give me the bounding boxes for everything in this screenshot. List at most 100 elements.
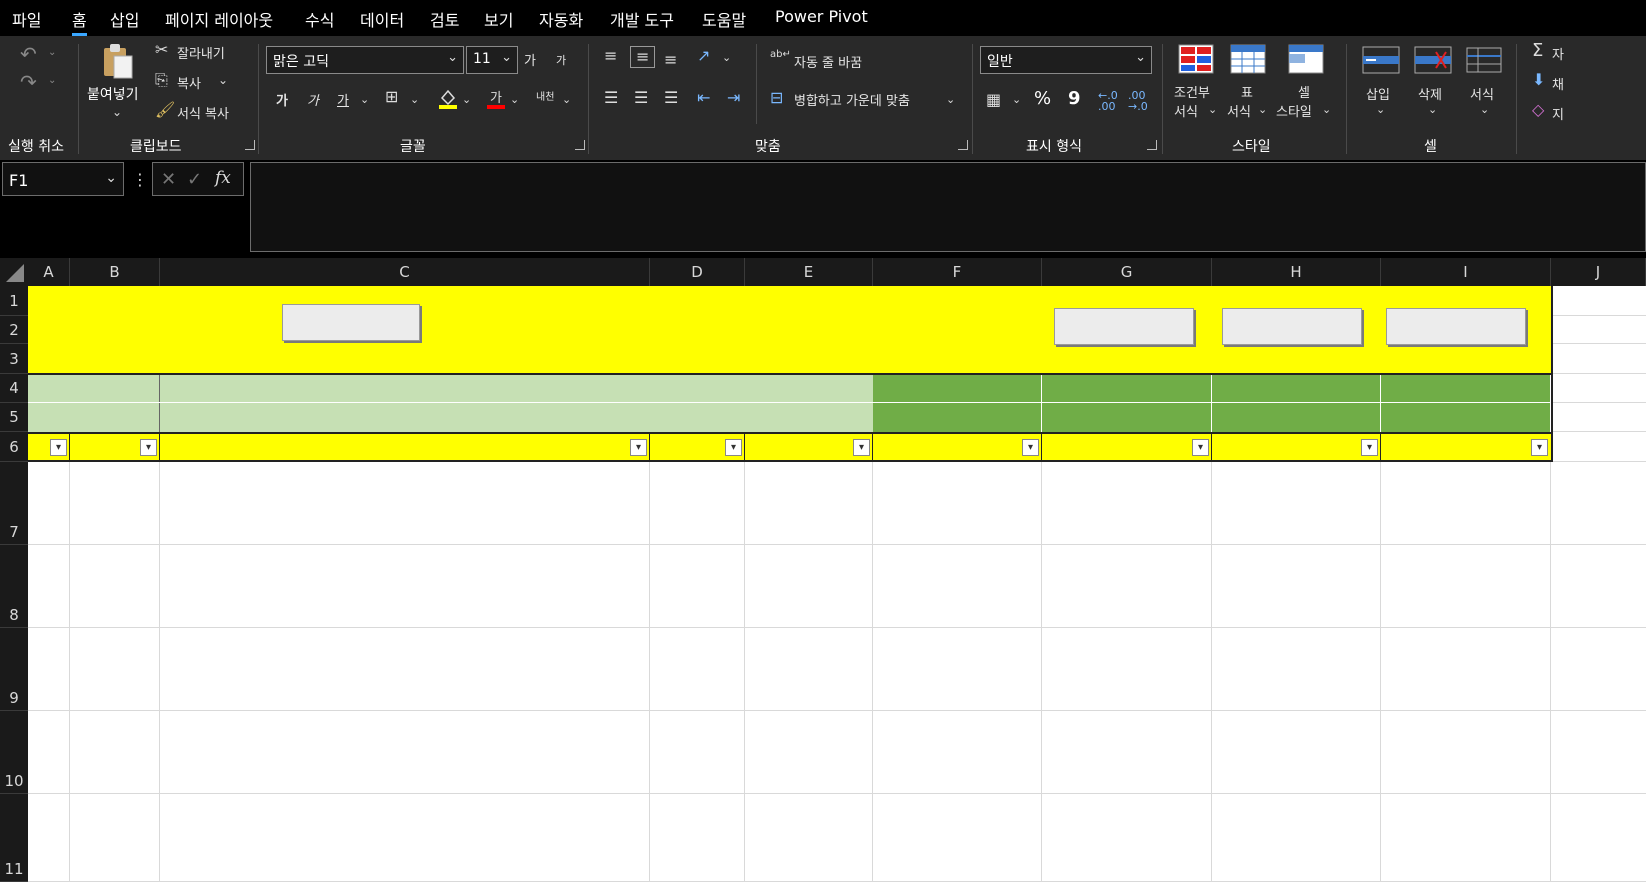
decrease-decimal-icon[interactable]: .00 →.0: [1128, 90, 1148, 112]
menu-home[interactable]: 홈: [72, 7, 87, 36]
clear-button[interactable]: [282, 304, 420, 341]
font-launcher-icon[interactable]: [575, 140, 585, 150]
paste-dropdown-icon[interactable]: ⌄: [112, 106, 122, 118]
conditional-dropdown-icon[interactable]: ⌄: [1208, 104, 1217, 115]
redo-dropdown-icon[interactable]: ⌄: [48, 76, 56, 86]
merge-center-button[interactable]: 병합하고 가운데 맞춤: [794, 90, 910, 109]
filter-dropdown-icon[interactable]: ▾: [1192, 439, 1209, 456]
phonetic-button[interactable]: 내천: [536, 88, 554, 103]
autosum-label[interactable]: 자: [1552, 44, 1564, 63]
decrease-indent-icon[interactable]: ⇤: [697, 90, 710, 106]
format-as-table-label-1[interactable]: 표: [1241, 82, 1253, 101]
align-left-icon[interactable]: ☰: [604, 90, 618, 106]
column-header-b[interactable]: B: [70, 258, 160, 286]
borders-icon[interactable]: ⊞: [385, 89, 398, 105]
cell-styles-icon[interactable]: [1288, 44, 1324, 74]
bold-button[interactable]: 가: [276, 90, 288, 109]
delete-dropdown-icon[interactable]: ⌄: [1428, 104, 1437, 115]
font-name-combo[interactable]: 맑은 고딕 ⌄: [266, 46, 464, 74]
undo-icon[interactable]: ↶: [20, 44, 37, 64]
filter-dropdown-icon[interactable]: ▾: [1022, 439, 1039, 456]
wrap-text-button[interactable]: 자동 줄 바꿈: [794, 52, 862, 71]
delete-cells-icon[interactable]: [1414, 46, 1452, 74]
paste-icon[interactable]: [100, 42, 136, 80]
align-middle-icon[interactable]: ≡: [630, 46, 656, 68]
filter-dropdown-icon[interactable]: ▾: [853, 439, 870, 456]
cell-styles-label-2[interactable]: 스타일: [1276, 101, 1312, 120]
accounting-format-icon[interactable]: ▦: [986, 92, 1001, 108]
menu-formulas[interactable]: 수식: [305, 7, 334, 31]
insert-cells-label[interactable]: 삽입: [1366, 84, 1390, 103]
increase-indent-icon[interactable]: ⇥: [727, 90, 740, 106]
row-header-8[interactable]: 8: [0, 545, 28, 628]
menu-power-pivot[interactable]: Power Pivot: [775, 7, 868, 26]
name-box[interactable]: F1 ⌄: [2, 162, 124, 196]
phonetic-dropdown-icon[interactable]: ⌄: [562, 94, 571, 105]
merge-center-icon[interactable]: ⊟: [770, 90, 783, 106]
format-cells-label[interactable]: 서식: [1470, 84, 1494, 103]
font-color-dropdown-icon[interactable]: ⌄: [510, 94, 519, 105]
font-color-icon[interactable]: 가: [486, 88, 506, 110]
percent-style-button[interactable]: %: [1034, 88, 1051, 109]
cut-icon[interactable]: ✂: [155, 42, 168, 58]
insert-function-icon[interactable]: fx: [215, 168, 231, 188]
increase-decimal-icon[interactable]: ←.0.00: [1098, 90, 1118, 112]
copy-label[interactable]: 복사: [177, 73, 201, 92]
insert-dropdown-icon[interactable]: ⌄: [1376, 104, 1385, 115]
insert-cells-icon[interactable]: [1362, 46, 1400, 74]
cell-styles-label-1[interactable]: 셀: [1298, 82, 1310, 101]
paste-label[interactable]: 붙여넣기: [87, 84, 139, 104]
menu-data[interactable]: 데이터: [360, 7, 404, 31]
column-header-j[interactable]: J: [1551, 258, 1646, 286]
wrap-text-icon[interactable]: ab↵: [770, 50, 791, 60]
filter-dropdown-icon[interactable]: ▾: [50, 439, 67, 456]
formula-input[interactable]: [250, 162, 1646, 252]
column-header-e[interactable]: E: [745, 258, 873, 286]
filter-dropdown-icon[interactable]: ▾: [1531, 439, 1548, 456]
select-all-corner[interactable]: [0, 258, 28, 286]
fill-color-dropdown-icon[interactable]: ⌄: [462, 94, 471, 105]
new-button[interactable]: [1054, 308, 1194, 345]
menu-view[interactable]: 보기: [484, 7, 513, 31]
conditional-formatting-label-2[interactable]: 서식: [1174, 101, 1198, 120]
column-header-i[interactable]: I: [1381, 258, 1551, 286]
orientation-icon[interactable]: ↗: [697, 48, 710, 64]
row-header-6[interactable]: 6: [0, 432, 28, 462]
font-grow-button[interactable]: 가: [524, 50, 536, 69]
undo-dropdown-icon[interactable]: ⌄: [48, 48, 56, 58]
format-painter-label[interactable]: 서식 복사: [177, 103, 229, 122]
column-header-h[interactable]: H: [1212, 258, 1381, 286]
save-button[interactable]: [1386, 308, 1526, 345]
column-header-g[interactable]: G: [1042, 258, 1212, 286]
align-right-icon[interactable]: ☰: [664, 90, 678, 106]
cancel-icon[interactable]: ✕: [161, 169, 176, 190]
italic-button[interactable]: 가: [307, 90, 319, 109]
menu-page-layout[interactable]: 페이지 레이아웃: [165, 7, 273, 31]
jpg-button[interactable]: [1222, 308, 1362, 345]
clear-label[interactable]: 지: [1552, 104, 1564, 123]
row-header-10[interactable]: 10: [0, 711, 28, 794]
underline-button[interactable]: 가: [337, 90, 349, 109]
format-dropdown-icon[interactable]: ⌄: [1480, 104, 1489, 115]
menu-help[interactable]: 도움말: [702, 7, 746, 31]
menu-file[interactable]: 파일: [12, 7, 41, 31]
font-shrink-button[interactable]: 가: [556, 52, 566, 68]
conditional-formatting-icon[interactable]: [1178, 44, 1214, 74]
filter-dropdown-icon[interactable]: ▾: [140, 439, 157, 456]
filter-dropdown-icon[interactable]: ▾: [1361, 439, 1378, 456]
fill-label[interactable]: 채: [1552, 74, 1564, 93]
more-options-icon[interactable]: ⋮: [132, 170, 148, 189]
filter-dropdown-icon[interactable]: ▾: [725, 439, 742, 456]
borders-dropdown-icon[interactable]: ⌄: [410, 94, 419, 105]
cell-styles-dropdown-icon[interactable]: ⌄: [1322, 104, 1331, 115]
row-header-11[interactable]: 11: [0, 794, 28, 882]
copy-dropdown-icon[interactable]: ⌄: [218, 74, 228, 86]
row-header-2[interactable]: 2: [0, 316, 28, 344]
column-header-c[interactable]: C: [160, 258, 650, 286]
fill-color-icon[interactable]: [438, 88, 458, 110]
column-header-f[interactable]: F: [873, 258, 1042, 286]
fill-icon[interactable]: ⬇: [1532, 72, 1545, 88]
menu-insert[interactable]: 삽입: [110, 7, 139, 31]
row-header-1[interactable]: 1: [0, 286, 28, 316]
number-launcher-icon[interactable]: [1147, 140, 1157, 150]
